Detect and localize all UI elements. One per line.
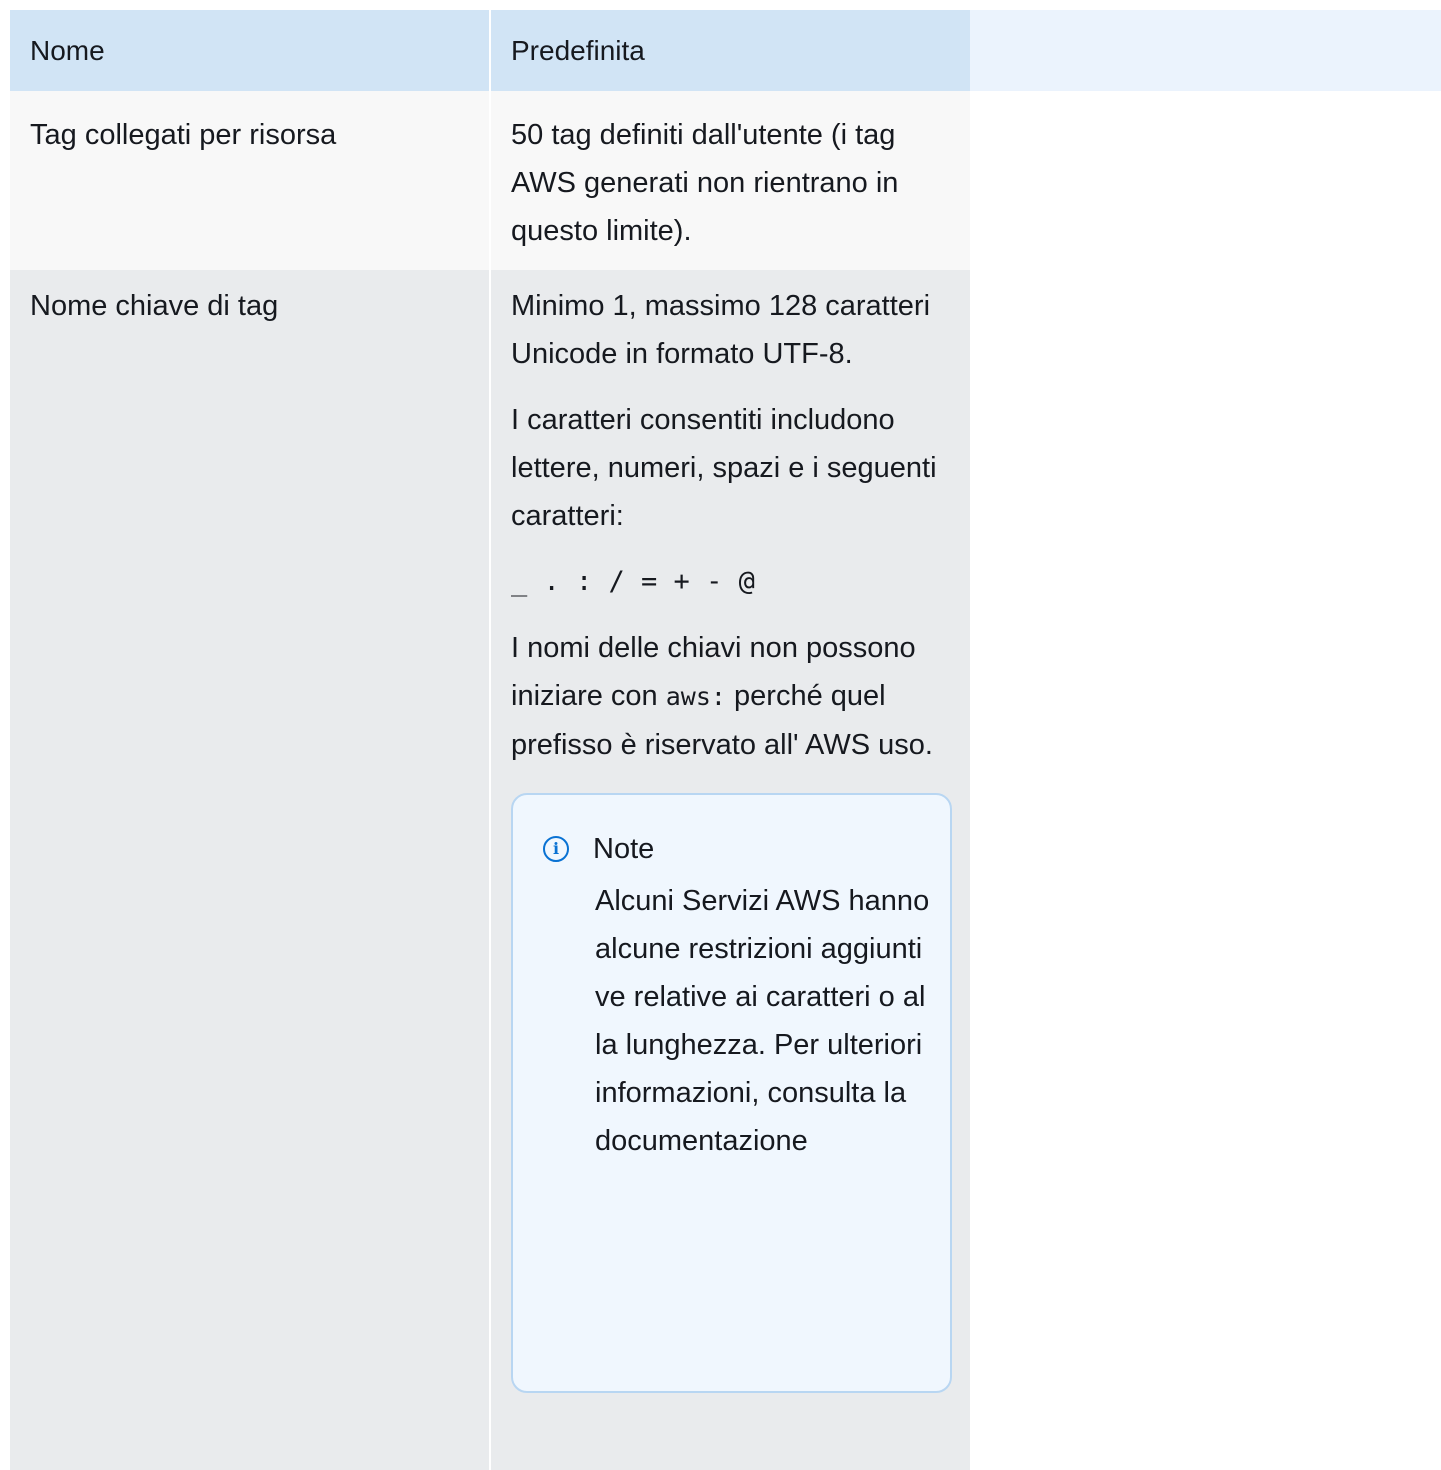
header-predefinita: Predefinita [489,10,970,91]
note-header: i Note [543,829,930,869]
allowed-symbols: _ . : / = + - @ [511,566,755,597]
table-header-row: Nome Predefinita [10,10,1441,91]
row-default: Minimo 1, massimo 128 caratteri Unicode … [489,270,970,1470]
prefix-paragraph: I nomi delle chiavi non possono iniziare… [511,624,950,769]
note-body: Alcuni Servizi AWS hanno alcune restrizi… [595,885,930,1157]
limits-table: Nome Predefinita Tag collegati per risor… [10,10,1441,1470]
note-title: Note [593,833,655,865]
table-row: Nome chiave di tag Minimo 1, massimo 128… [10,270,1441,1470]
row-default: 50 tag definiti dall'utente (i tag AWS g… [489,91,970,270]
row-name: Nome chiave di tag [10,270,489,1470]
info-icon: i [543,836,569,862]
allowed-chars-paragraph: I caratteri consentiti includono lettere… [511,404,937,532]
header-nome: Nome [10,10,489,91]
row-name: Tag collegati per risorsa [10,91,489,270]
row-empty [970,91,1441,270]
row-empty [970,270,1441,1470]
note-box: i Note Alcuni Servizi AWS hanno alcune r… [511,793,952,1393]
length-paragraph: Minimo 1, massimo 128 caratteri Unicode … [511,290,931,370]
prefix-code: aws: [665,682,726,711]
header-empty [970,10,1441,91]
table-row: Tag collegati per risorsa 50 tag definit… [10,91,1441,270]
